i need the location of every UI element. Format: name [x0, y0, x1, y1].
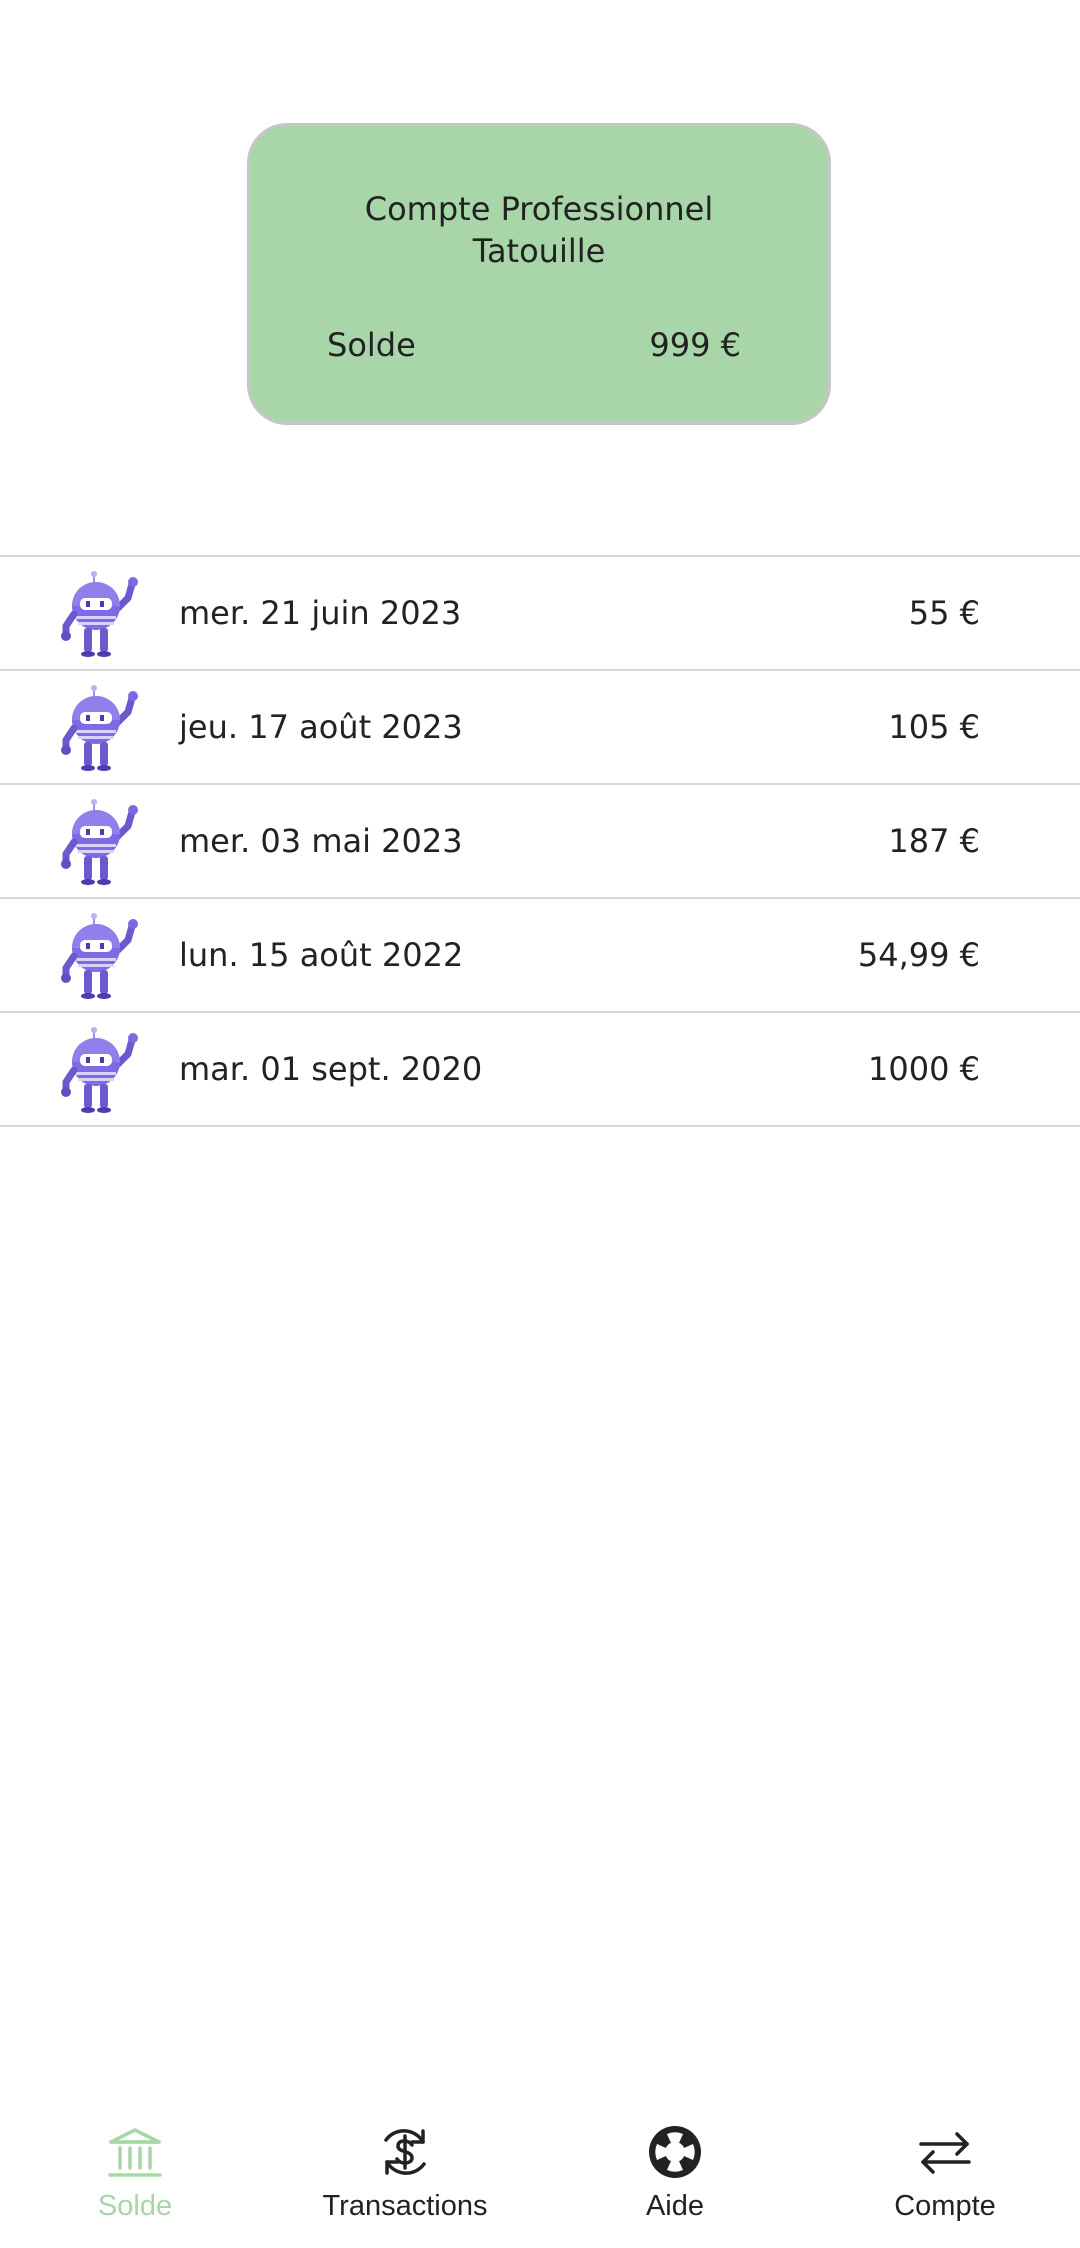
nav-label-aide: Aide — [645, 2190, 705, 2222]
nav-item-transactions[interactable]: Transactions — [270, 2098, 540, 2248]
dollar-sync-icon — [384, 2129, 426, 2175]
transaction-date: jeu. 17 août 2023 — [179, 708, 463, 746]
transaction-row[interactable]: mer. 03 mai 2023 187 € — [0, 785, 1080, 899]
android-robot-icon — [60, 684, 146, 772]
account-title-line1: Compte Professionnel — [364, 190, 714, 228]
nav-label-solde: Solde — [97, 2190, 173, 2222]
swap-arrows-icon — [919, 2132, 971, 2174]
android-robot-icon — [60, 1026, 146, 1114]
account-title-line2: Tatouille — [472, 232, 606, 270]
balance-label: Solde — [327, 326, 416, 364]
transaction-row[interactable]: lun. 15 août 2022 54,99 € — [0, 899, 1080, 1013]
transaction-date: mer. 03 mai 2023 — [179, 822, 463, 860]
account-title: Compte Professionnel Tatouille — [250, 188, 828, 272]
transaction-amount: 1000 € — [868, 1050, 980, 1088]
transaction-row[interactable]: mar. 01 sept. 2020 1000 € — [0, 1013, 1080, 1127]
account-card[interactable]: Compte Professionnel Tatouille Solde 999… — [247, 123, 831, 425]
nav-item-aide[interactable]: Aide — [540, 2098, 810, 2248]
balance-screen: Compte Professionnel Tatouille Solde 999… — [0, 0, 1080, 2248]
balance-value: 999 € — [649, 326, 741, 364]
transaction-amount: 55 € — [908, 594, 980, 632]
transaction-row[interactable]: jeu. 17 août 2023 105 € — [0, 671, 1080, 785]
transaction-date: lun. 15 août 2022 — [179, 936, 464, 974]
nav-label-compte: Compte — [894, 2190, 996, 2222]
transaction-date: mar. 01 sept. 2020 — [179, 1050, 483, 1088]
transaction-amount: 54,99 € — [857, 936, 980, 974]
nav-label-transactions: Transactions — [322, 2190, 488, 2222]
nav-item-compte[interactable]: Compte — [810, 2098, 1080, 2248]
bank-icon — [108, 2128, 162, 2177]
transaction-date: mer. 21 juin 2023 — [179, 594, 462, 632]
android-robot-icon — [60, 912, 146, 1000]
transaction-row[interactable]: mer. 21 juin 2023 55 € — [0, 557, 1080, 671]
transaction-amount: 187 € — [888, 822, 980, 860]
nav-item-solde[interactable]: Solde — [0, 2098, 270, 2248]
android-robot-icon — [60, 798, 146, 886]
bottom-navigation: Solde Transactions Aide Compte — [0, 2098, 1080, 2248]
android-robot-icon — [60, 570, 146, 658]
lifebuoy-icon — [649, 2126, 701, 2178]
transaction-amount: 105 € — [888, 708, 980, 746]
transaction-list: mer. 21 juin 2023 55 € jeu. 17 août 2023… — [0, 555, 1080, 1127]
